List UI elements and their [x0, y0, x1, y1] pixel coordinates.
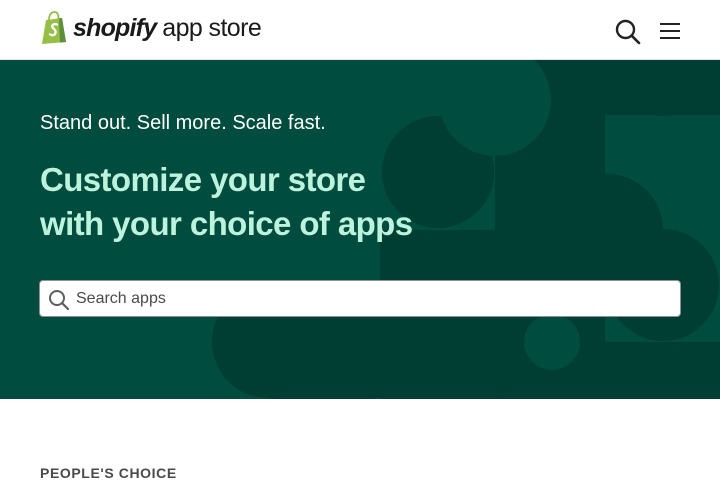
shopify-app-store-logo[interactable]: shopify app store: [40, 11, 262, 45]
hero-title-line-1: Customize your store: [40, 161, 366, 198]
logo-wordmark: shopify: [73, 13, 157, 42]
hamburger-menu-icon: [660, 23, 680, 39]
search-icon: [615, 19, 641, 45]
hero-banner: Stand out. Sell more. Scale fast. Custom…: [0, 60, 720, 399]
section-label-peoples-choice: PEOPLE'S CHOICE: [40, 465, 177, 480]
logo-subtitle: app store: [162, 13, 262, 42]
hero-tagline: Stand out. Sell more. Scale fast.: [40, 112, 326, 134]
app-search-input[interactable]: [76, 281, 672, 316]
header-search-button[interactable]: [614, 18, 642, 46]
hero-title: Customize your store with your choice of…: [40, 158, 460, 246]
search-icon: [49, 290, 70, 311]
shopify-bag-icon: [42, 11, 66, 44]
hero-title-line-2: with your choice of apps: [40, 205, 413, 242]
menu-button[interactable]: [658, 20, 682, 42]
app-search-box: [39, 280, 681, 317]
top-header: shopify app store: [0, 0, 720, 60]
